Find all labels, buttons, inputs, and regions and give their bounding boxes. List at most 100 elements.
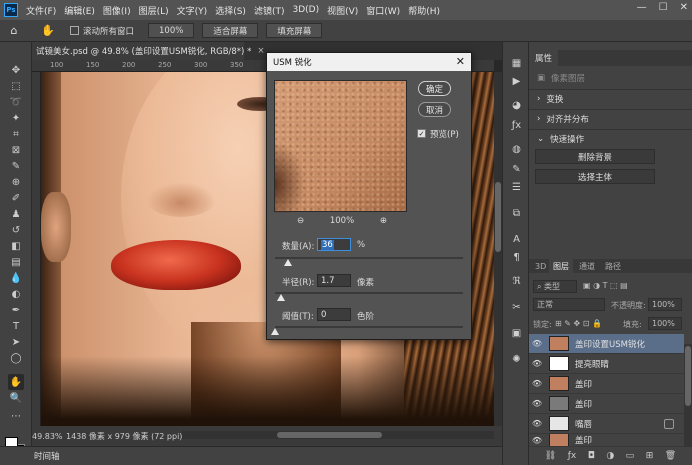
ellipse-tool-icon[interactable]: ◯: [8, 350, 24, 366]
menu-type[interactable]: 文字(Y): [177, 4, 208, 17]
ok-button[interactable]: 确定: [418, 81, 451, 96]
remove-background-button[interactable]: 删除背景: [535, 149, 655, 164]
document-tab[interactable]: 试镜美女.psd @ 49.8% (盖印设置USM锐化, RGB/8*) * ×: [32, 42, 264, 60]
clone-stamp-tool-icon[interactable]: ♟: [8, 206, 24, 222]
visibility-eye-icon[interactable]: 👁: [529, 419, 545, 428]
menu-filter[interactable]: 滤镜(T): [254, 4, 285, 17]
zoom-100-button[interactable]: 100%: [148, 23, 195, 38]
eyedropper-tool-icon[interactable]: ✎: [8, 158, 24, 174]
dodge-tool-icon[interactable]: ◐: [8, 286, 24, 302]
adjustments-icon[interactable]: ◕: [509, 98, 524, 113]
brush-tool-icon[interactable]: ✐: [8, 190, 24, 206]
lock-icons[interactable]: ⊞ ✎ ✥ ⊡ 🔒: [555, 319, 602, 328]
scroll-thumb[interactable]: [277, 432, 382, 438]
visibility-eye-icon[interactable]: 👁: [529, 379, 545, 388]
radius-slider-track[interactable]: [275, 292, 463, 294]
filter-preview-window[interactable]: [274, 80, 407, 213]
radius-input[interactable]: 1.7: [317, 274, 351, 287]
select-subject-button[interactable]: 选择主体: [535, 169, 655, 184]
history-panel-icon[interactable]: ▦: [509, 56, 524, 71]
menu-help[interactable]: 帮助(H): [408, 4, 440, 17]
fill-screen-button[interactable]: 填充屏幕: [266, 23, 323, 38]
blur-tool-icon[interactable]: 💧: [8, 270, 24, 286]
quick-actions-section[interactable]: ⌄ 快速操作: [537, 133, 584, 145]
link-layers-icon[interactable]: ⛓: [545, 451, 556, 461]
layer-row[interactable]: 👁 盖印设置USM锐化: [529, 334, 684, 354]
glyphs-icon[interactable]: ℜ: [509, 274, 524, 289]
threshold-slider-handle[interactable]: [271, 328, 279, 335]
new-layer-icon[interactable]: ⊞: [646, 451, 654, 461]
lasso-tool-icon[interactable]: ➰: [8, 94, 24, 110]
layer-filter-icons[interactable]: ▣ ◑ T ⬚ ▤: [583, 281, 628, 290]
tab-channels[interactable]: 通道: [575, 259, 599, 273]
scroll-all-windows-checkbox[interactable]: [70, 26, 79, 35]
zoom-tool-icon[interactable]: 🔍: [8, 390, 24, 406]
paragraph-panel-icon[interactable]: ¶: [509, 250, 524, 265]
crop-tool-icon[interactable]: ⌗: [8, 126, 24, 142]
maximize-icon[interactable]: ☐: [659, 2, 668, 13]
character-panel-icon[interactable]: A: [509, 232, 524, 247]
scroll-thumb[interactable]: [685, 346, 691, 406]
dialog-title-bar[interactable]: USM 锐化 ✕: [267, 53, 471, 71]
zoom-readout[interactable]: 49.83%: [32, 432, 66, 441]
layer-kind-filter[interactable]: ⌕ 类型: [533, 280, 577, 293]
tab-layers[interactable]: 图层: [549, 259, 573, 273]
align-section[interactable]: › 对齐并分布: [537, 113, 589, 125]
path-selection-tool-icon[interactable]: ➤: [8, 334, 24, 350]
home-icon[interactable]: ⌂: [6, 23, 22, 39]
timeline-panel-tab[interactable]: 时间轴: [0, 446, 502, 465]
sparkle-icon[interactable]: ✺: [509, 352, 524, 367]
magic-wand-tool-icon[interactable]: ✦: [8, 110, 24, 126]
fx-styles-icon[interactable]: ƒx: [509, 118, 524, 133]
tab-properties[interactable]: 属性: [529, 50, 559, 66]
fit-screen-button[interactable]: 适合屏幕: [202, 23, 259, 38]
scroll-thumb[interactable]: [495, 182, 501, 252]
layer-comps-icon[interactable]: ⧉: [509, 206, 524, 221]
visibility-eye-icon[interactable]: 👁: [529, 436, 545, 445]
menu-edit[interactable]: 编辑(E): [64, 4, 95, 17]
close-tab-icon[interactable]: ×: [257, 46, 264, 56]
amount-slider-handle[interactable]: [284, 259, 293, 266]
add-mask-icon[interactable]: ◘: [588, 451, 595, 461]
menu-file[interactable]: 文件(F): [26, 4, 56, 17]
radius-slider-handle[interactable]: [276, 294, 285, 301]
more-tools-icon[interactable]: ⋯: [8, 408, 24, 424]
menu-image[interactable]: 图像(I): [103, 4, 131, 17]
visibility-eye-icon[interactable]: 👁: [529, 359, 545, 368]
gradient-tool-icon[interactable]: ▤: [8, 254, 24, 270]
transform-section[interactable]: › 变换: [537, 93, 563, 105]
canvas-vertical-scrollbar[interactable]: [494, 72, 502, 426]
marquee-tool-icon[interactable]: ⬚: [8, 78, 24, 94]
close-window-icon[interactable]: ✕: [680, 2, 688, 13]
tab-paths[interactable]: 路径: [601, 259, 625, 273]
type-tool-icon[interactable]: T: [8, 318, 24, 334]
healing-brush-tool-icon[interactable]: ⊕: [8, 174, 24, 190]
blend-mode-select[interactable]: 正常: [533, 298, 605, 311]
opacity-input[interactable]: 100%: [648, 298, 682, 311]
zoom-in-icon[interactable]: ⊕: [380, 216, 387, 226]
visibility-eye-icon[interactable]: 👁: [529, 399, 545, 408]
menu-layer[interactable]: 图层(L): [139, 4, 169, 17]
new-group-icon[interactable]: ▭: [626, 451, 635, 461]
threshold-slider-track[interactable]: [275, 326, 463, 328]
tools-presets-icon[interactable]: ✂: [509, 300, 524, 315]
actions-play-icon[interactable]: ▶: [509, 74, 524, 89]
visibility-eye-icon[interactable]: 👁: [529, 339, 545, 348]
add-style-icon[interactable]: ƒx: [568, 451, 577, 461]
color-wheel-icon[interactable]: ◍: [509, 142, 524, 157]
frame-tool-icon[interactable]: ⊠: [8, 142, 24, 158]
delete-layer-icon[interactable]: 🗑: [665, 451, 676, 461]
layer-row[interactable]: 👁 嘴唇: [529, 414, 684, 434]
layer-row[interactable]: 👁 盖印: [529, 434, 684, 447]
fill-input[interactable]: 100%: [648, 317, 682, 330]
preview-checkbox[interactable]: ✓: [417, 129, 426, 138]
notes-icon[interactable]: ▣: [509, 326, 524, 341]
amount-input[interactable]: 36: [317, 238, 351, 251]
menu-3d[interactable]: 3D(D): [292, 5, 319, 15]
amount-slider-track[interactable]: [275, 257, 463, 259]
adjustment-layer-icon[interactable]: ◑: [606, 451, 614, 461]
zoom-out-icon[interactable]: ⊖: [297, 216, 304, 226]
menu-window[interactable]: 窗口(W): [366, 4, 400, 17]
eraser-tool-icon[interactable]: ◧: [8, 238, 24, 254]
threshold-input[interactable]: 0: [317, 308, 351, 321]
